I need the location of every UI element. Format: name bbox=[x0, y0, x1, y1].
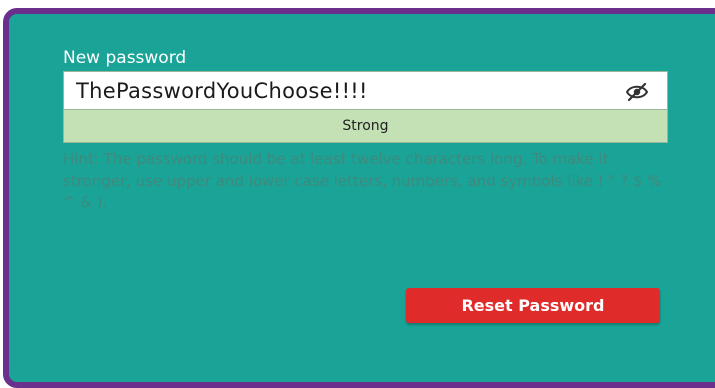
eye-slash-icon-graphic bbox=[625, 82, 649, 102]
password-strength-indicator: Strong bbox=[63, 110, 668, 143]
new-password-label: New password bbox=[63, 48, 187, 68]
new-password-input[interactable] bbox=[76, 72, 596, 109]
eye-slash-icon[interactable] bbox=[625, 82, 649, 102]
reset-password-button[interactable]: Reset Password bbox=[406, 288, 660, 323]
password-hint: Hint: The password should be at least tw… bbox=[63, 150, 662, 211]
password-field-container bbox=[63, 71, 668, 110]
